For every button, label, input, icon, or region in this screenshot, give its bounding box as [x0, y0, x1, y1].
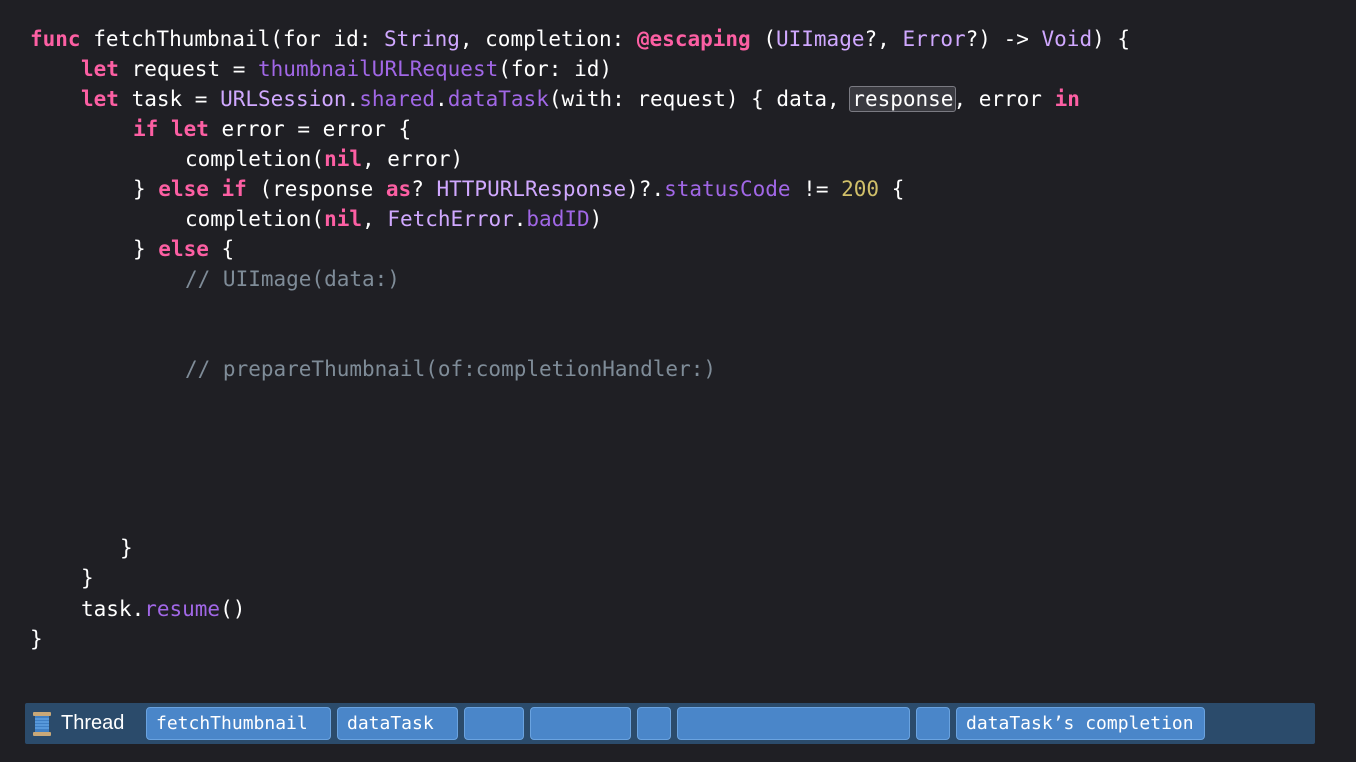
- code-token: shared: [359, 87, 436, 111]
- code-token: nil: [324, 147, 363, 171]
- thread-segment[interactable]: [677, 707, 910, 740]
- code-token: func: [30, 27, 81, 51]
- code-token: (): [220, 597, 246, 621]
- code-token: {: [208, 237, 235, 261]
- code-token: let: [81, 57, 119, 81]
- code-token: ) {: [1092, 27, 1131, 51]
- code-editor[interactable]: func fetchThumbnail(for id: String, comp…: [0, 0, 1356, 700]
- code-token: request =: [118, 57, 259, 81]
- code-token: HTTPURLResponse: [436, 177, 627, 201]
- code-token: task =: [118, 87, 221, 111]
- code-line-6: } else if (response as? HTTPURLResponse)…: [133, 174, 904, 204]
- code-line-2: let request = thumbnailURLRequest(for: i…: [81, 54, 612, 84]
- code-token: completion(: [185, 147, 325, 171]
- code-token: Error: [902, 27, 966, 51]
- code-token: fetchThumbnail(for id:: [80, 27, 385, 51]
- code-token: statusCode: [664, 177, 791, 201]
- code-token: }: [133, 177, 159, 201]
- code-token: if: [133, 117, 159, 141]
- thread-segment[interactable]: [916, 707, 950, 740]
- code-token: badID: [526, 207, 590, 231]
- code-token: (for: id): [498, 57, 613, 81]
- code-token: {: [879, 177, 905, 201]
- code-token: error = error {: [208, 117, 412, 141]
- code-token: !=: [790, 177, 842, 201]
- code-token: )?.: [626, 177, 665, 201]
- code-token: URLSession: [220, 87, 347, 111]
- code-token: (with: request) { data,: [548, 87, 853, 111]
- code-line-closing-brace: }: [30, 627, 43, 651]
- code-token: task.: [81, 597, 145, 621]
- code-token: nil: [324, 207, 363, 231]
- code-line-8: } else {: [133, 234, 234, 264]
- code-token: .: [346, 87, 360, 111]
- code-token: (response: [246, 177, 386, 201]
- code-token: .: [513, 207, 527, 231]
- code-token: completion(: [185, 207, 325, 231]
- thread-segment[interactable]: [464, 707, 524, 740]
- code-line-3: let task = URLSession.shared.dataTask(wi…: [81, 84, 1080, 114]
- code-token: 200: [841, 177, 880, 201]
- spool-of-thread-icon: [33, 712, 51, 736]
- code-token: resume: [144, 597, 221, 621]
- code-token: FetchError: [387, 207, 514, 231]
- code-token: let: [170, 117, 209, 141]
- code-token: (: [750, 27, 776, 51]
- code-token: let: [81, 87, 119, 111]
- thread-segment-fetch-thumbnail[interactable]: fetchThumbnail: [146, 707, 331, 740]
- code-token: @escaping: [636, 27, 751, 51]
- thread-segment-data-task[interactable]: dataTask: [337, 707, 458, 740]
- code-token: , error: [953, 87, 1055, 111]
- code-token: UIImage: [775, 27, 865, 51]
- code-token: thumbnailURLRequest: [258, 57, 499, 81]
- code-token: ?: [411, 177, 437, 201]
- code-line-1: func fetchThumbnail(for id: String, comp…: [30, 24, 1130, 54]
- code-token: else: [158, 237, 209, 261]
- code-token: , completion:: [459, 27, 637, 51]
- code-line-task-resume: task.resume(): [81, 594, 245, 624]
- code-line-5: completion(nil, error): [185, 144, 463, 174]
- thread-segment-data-task-completion[interactable]: dataTask’s completion: [956, 707, 1205, 740]
- code-token: in: [1054, 87, 1080, 111]
- code-token: }: [133, 237, 159, 261]
- code-line-7: completion(nil, FetchError.badID): [185, 204, 602, 234]
- code-token: .: [435, 87, 448, 111]
- code-token: ?) ->: [965, 27, 1042, 51]
- code-line-4: if let error = error {: [133, 114, 411, 144]
- code-line-closing-brace: }: [81, 566, 94, 590]
- code-token: else: [158, 177, 209, 201]
- code-line-closing-brace: }: [120, 536, 133, 560]
- code-comment-uiimage: // UIImage(data:): [185, 267, 400, 291]
- highlighted-response-token[interactable]: response: [849, 86, 957, 112]
- code-token: String: [384, 27, 460, 51]
- thread-timeline-bar: Thread fetchThumbnail dataTask dataTask’…: [25, 703, 1315, 744]
- code-token: dataTask: [447, 87, 549, 111]
- code-token: , error): [362, 147, 464, 171]
- code-token: ,: [362, 207, 388, 231]
- code-token: as: [385, 177, 412, 201]
- code-comment-prepare-thumbnail: // prepareThumbnail(of:completionHandler…: [185, 357, 717, 381]
- code-token: ): [589, 207, 603, 231]
- code-token: if: [221, 177, 247, 201]
- thread-label: Thread: [61, 712, 125, 734]
- thread-segment[interactable]: [530, 707, 631, 740]
- code-token: ?,: [864, 27, 903, 51]
- code-token: Void: [1041, 27, 1093, 51]
- thread-segment[interactable]: [637, 707, 671, 740]
